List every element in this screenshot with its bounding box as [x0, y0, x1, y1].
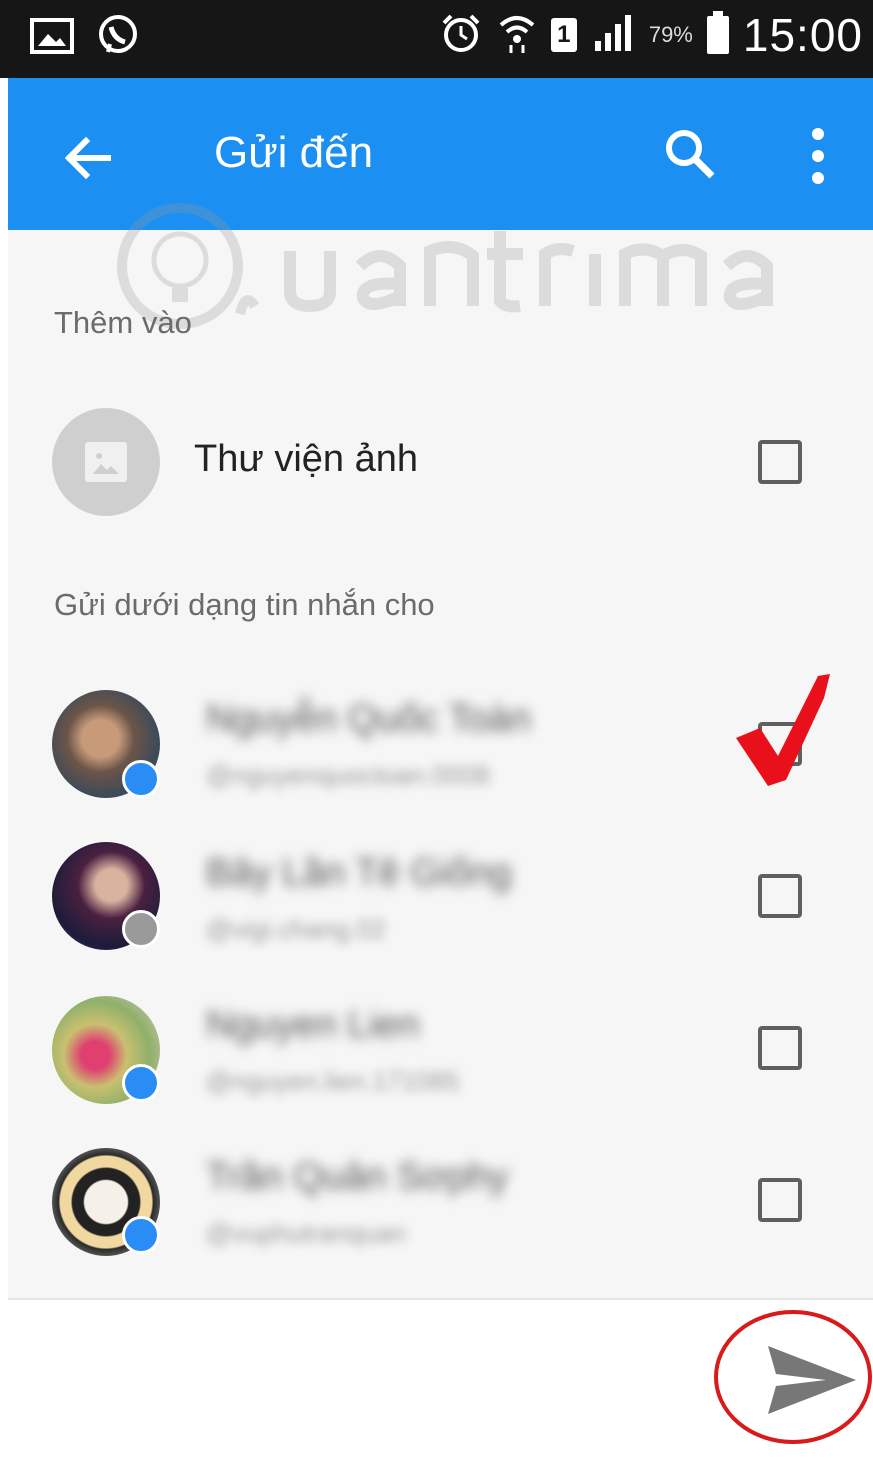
contact-handle: @vuphutranquan — [206, 1218, 406, 1248]
contact-name: Bây Lần Tê Giống — [206, 852, 512, 894]
contact-handle: @nguyen.lien.171085 — [206, 1066, 460, 1096]
clock: 15:00 — [742, 9, 863, 61]
battery-percent: 79% — [648, 22, 693, 47]
section-label-add: Thêm vào — [54, 305, 192, 340]
search-button[interactable] — [660, 124, 720, 184]
wifi-icon — [497, 11, 537, 60]
send-button[interactable] — [712, 1308, 873, 1446]
gallery-icon — [30, 16, 74, 61]
contact-handle: @vigi.chang.02 — [206, 914, 386, 944]
more-vert-icon — [812, 128, 824, 184]
page-title: Gửi đến — [214, 128, 374, 177]
signal-icon — [591, 13, 635, 58]
contact-handle: @nguyenquoctoan.0008 — [206, 760, 490, 790]
contact-name: Nguyen Lien — [206, 1004, 420, 1046]
search-icon — [666, 130, 715, 179]
send-icon — [768, 1346, 856, 1414]
alarm-icon — [439, 11, 483, 60]
checkmark-annotation — [732, 668, 836, 788]
photo-library-checkbox[interactable] — [758, 440, 802, 484]
contact-checkbox[interactable] — [758, 874, 802, 918]
photo-library-avatar — [52, 408, 160, 516]
contact-name: Nguyễn Quốc Toàn — [206, 698, 531, 740]
image-icon — [85, 442, 127, 482]
contact-checkbox[interactable] — [758, 1178, 802, 1222]
messenger-badge-icon — [122, 1216, 160, 1254]
contact-name: Trần Quân Sơphy — [206, 1156, 509, 1198]
battery-icon — [706, 11, 729, 54]
status-bar: 1 79% 15:00 — [0, 0, 873, 78]
section-label-send: Gửi dưới dạng tin nhắn cho — [54, 587, 435, 622]
contact-checkbox[interactable] — [758, 1026, 802, 1070]
viber-icon — [96, 14, 140, 63]
app-bar: Gửi đến — [8, 78, 873, 230]
facebook-badge-icon — [122, 910, 160, 948]
more-options-button[interactable] — [798, 124, 838, 188]
messenger-badge-icon — [122, 760, 160, 798]
back-arrow-icon — [64, 136, 111, 180]
photo-library-label: Thư viện ảnh — [194, 438, 419, 480]
back-button[interactable] — [58, 128, 118, 188]
divider — [8, 1298, 873, 1300]
sim-icon: 1 — [550, 18, 577, 52]
messenger-badge-icon — [122, 1064, 160, 1102]
